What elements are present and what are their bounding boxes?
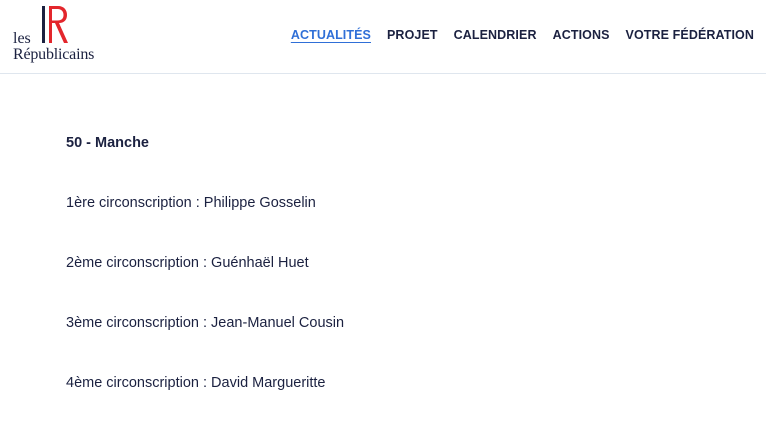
logo-text-republicains: Républicains	[13, 46, 95, 63]
circonscription-1: 1ère circonscription : Philippe Gosselin	[66, 195, 316, 211]
article-content: 50 - Manche 1ère circonscription : Phili…	[66, 134, 344, 434]
circonscription-3: 3ème circonscription : Jean-Manuel Cousi…	[66, 315, 345, 331]
nav-item-actualites[interactable]: ACTUALITÉS	[291, 27, 371, 43]
nav-item-calendrier[interactable]: CALENDRIER	[454, 27, 537, 43]
department-heading: 50 - Manche	[66, 135, 149, 151]
logo-text-les: les	[13, 30, 31, 47]
nav-item-votre-federation[interactable]: VOTRE FÉDÉRATION	[626, 27, 754, 43]
nav-item-projet[interactable]: PROJET	[387, 27, 438, 43]
circonscription-4: 4ème circonscription : David Margueritte	[66, 375, 326, 391]
site-header: les Républicains ACTUALITÉS PROJET CALEN…	[0, 0, 766, 74]
les-republicains-logo[interactable]: les Républicains	[12, 5, 112, 67]
lr-logo-mark-icon	[42, 6, 68, 43]
nav-item-actions[interactable]: ACTIONS	[553, 27, 610, 43]
main-navigation: ACTUALITÉS PROJET CALENDRIER ACTIONS VOT…	[291, 27, 754, 43]
circonscription-2: 2ème circonscription : Guénhaël Huet	[66, 255, 309, 271]
